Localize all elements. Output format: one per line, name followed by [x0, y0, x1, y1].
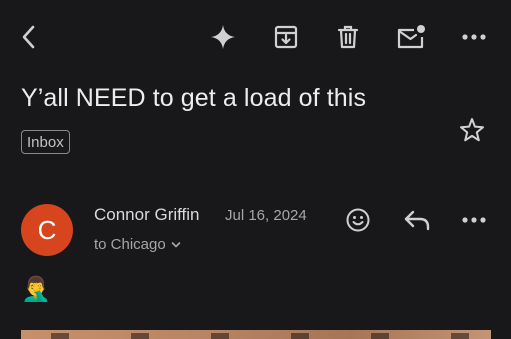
star-button[interactable]: [455, 113, 489, 147]
trash-icon: [337, 25, 359, 49]
sender-avatar[interactable]: C: [21, 204, 73, 256]
emoji-react-icon: [346, 208, 370, 232]
mark-unread-button[interactable]: [393, 19, 429, 55]
inbox-label-chip[interactable]: Inbox: [21, 130, 70, 154]
reply-button[interactable]: [399, 202, 435, 238]
more-horizontal-icon: [462, 217, 486, 223]
star-outline-icon: [460, 118, 484, 142]
message-more-button[interactable]: [456, 202, 492, 238]
archive-icon: [274, 25, 298, 49]
add-reaction-button[interactable]: [340, 202, 376, 238]
more-options-button[interactable]: [456, 19, 492, 55]
chevron-down-icon: [171, 241, 181, 247]
sparkle-icon: [211, 25, 235, 49]
archive-button[interactable]: [268, 19, 304, 55]
email-date: Jul 16, 2024: [225, 207, 307, 224]
reply-icon: [404, 210, 430, 231]
message-body-emoji: 🤦‍♂️: [21, 276, 51, 303]
delete-button[interactable]: [330, 19, 366, 55]
more-horizontal-icon: [462, 34, 486, 40]
recipient-details-toggle[interactable]: to Chicago: [94, 236, 181, 253]
top-toolbar: [0, 0, 511, 74]
image-content: [21, 333, 491, 339]
email-subject: Y’all NEED to get a load of this: [21, 84, 367, 112]
inline-image-attachment[interactable]: [21, 330, 491, 339]
mail-unread-icon: [397, 25, 425, 49]
chevron-left-icon: [22, 25, 35, 49]
back-button[interactable]: [11, 19, 47, 55]
ai-assist-button[interactable]: [205, 19, 241, 55]
recipient-label: to Chicago: [94, 236, 166, 253]
sender-name[interactable]: Connor Griffin: [94, 205, 200, 225]
